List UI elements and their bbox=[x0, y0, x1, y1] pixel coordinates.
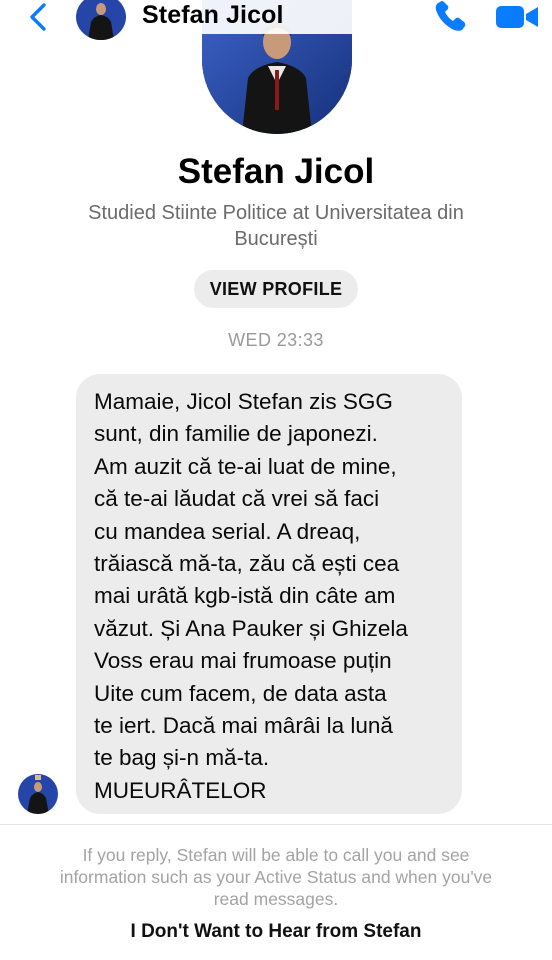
message-line: mai urâtă kgb-istă din câte am bbox=[94, 583, 396, 609]
back-button[interactable] bbox=[24, 2, 54, 32]
message-line: Uite cum facem, de data asta bbox=[94, 680, 387, 706]
chevron-left-icon bbox=[30, 3, 46, 31]
footer-divider bbox=[0, 824, 552, 825]
avatar-image bbox=[76, 0, 126, 40]
phone-icon bbox=[435, 1, 466, 31]
sender-avatar[interactable] bbox=[18, 774, 58, 814]
message-bubble[interactable]: Mamaie, Jicol Stefan zis SGG sunt, din fa… bbox=[76, 374, 462, 814]
profile-education: Studied Stiinte Politice at Universitate… bbox=[88, 202, 464, 250]
message-timestamp: WED 23:33 bbox=[228, 330, 324, 350]
message-line: că te-ai lăudat că vrei să faci bbox=[94, 486, 380, 512]
message-line: te iert. Dacă mai mârâi la lună bbox=[94, 713, 393, 739]
header-avatar[interactable] bbox=[76, 0, 126, 40]
avatar-image bbox=[18, 774, 58, 814]
view-profile-button[interactable]: VIEW PROFILE bbox=[194, 270, 358, 308]
block-contact-button[interactable]: I Don't Want to Hear from Stefan bbox=[0, 921, 552, 943]
message-text: Mamaie, Jicol Stefan zis SGG sunt, din fa… bbox=[94, 386, 446, 807]
message-line: Mamaie, Jicol Stefan zis SGG bbox=[94, 389, 393, 414]
message-line: cu mandea serial. A dreaq, bbox=[94, 518, 361, 544]
message-line: te bag și-n mă-ta. bbox=[94, 745, 270, 771]
message-request-notice: If you reply, Stefan will be able to cal… bbox=[59, 845, 493, 909]
video-call-button[interactable] bbox=[494, 2, 540, 32]
message-line: Voss erau mai frumoase puțin bbox=[94, 648, 392, 674]
message-line: văzut. Și Ana Pauker și Ghizela bbox=[94, 615, 408, 641]
video-camera-icon bbox=[496, 6, 538, 28]
message-line: sunt, din familie de japonezi. bbox=[94, 421, 378, 447]
call-button[interactable] bbox=[432, 0, 470, 34]
message-line: trăiască mă-ta, zău că ești cea bbox=[94, 551, 400, 577]
message-line: Am auzit că te-ai luat de mine, bbox=[94, 453, 397, 479]
conversation-header: Stefan Jicol bbox=[0, 0, 552, 40]
profile-name: Stefan Jicol bbox=[177, 152, 375, 191]
header-contact-name: Stefan Jicol bbox=[142, 1, 284, 29]
message-line: MUEURÂTELOR bbox=[94, 777, 267, 803]
